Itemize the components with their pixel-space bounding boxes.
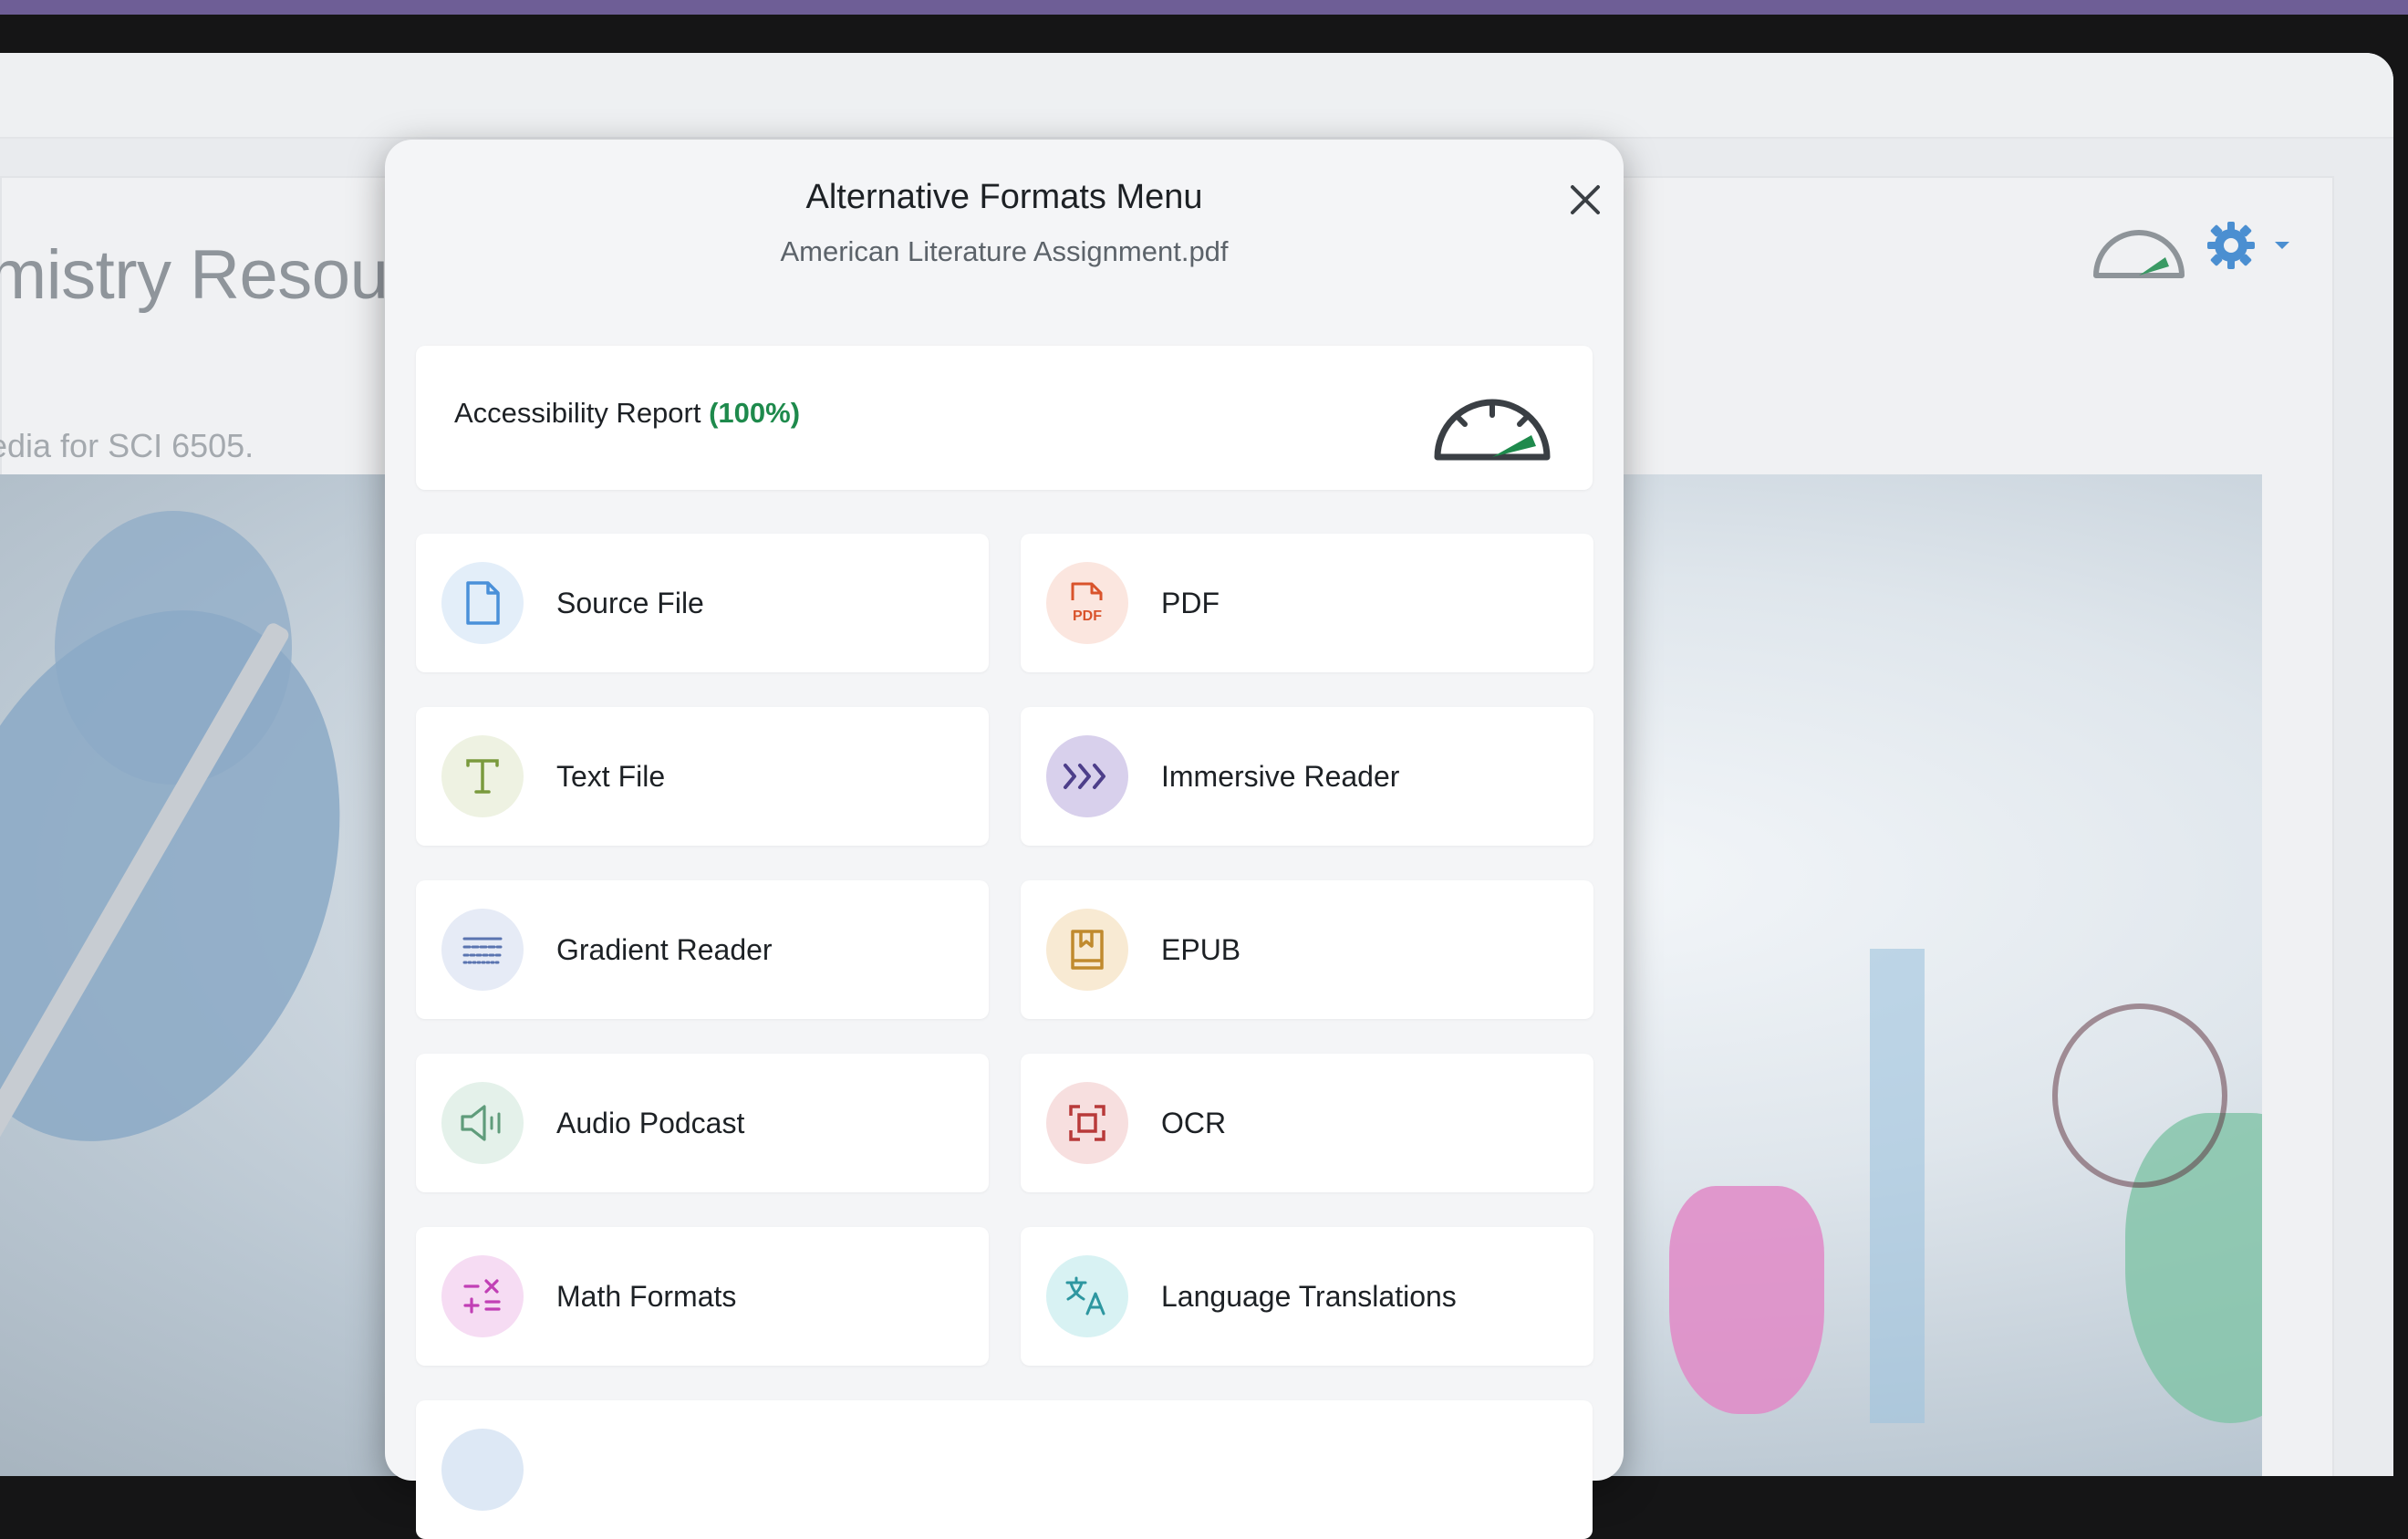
accessibility-report-percent: (100%) [709, 397, 801, 429]
format-label: OCR [1161, 1107, 1227, 1139]
format-math-formats[interactable]: Math Formats [416, 1227, 989, 1366]
book-icon [1046, 909, 1128, 991]
format-language-translations[interactable]: Language Translations [1021, 1227, 1593, 1366]
chevron-down-icon[interactable] [2273, 239, 2291, 252]
window-top-strip [0, 0, 2408, 15]
alternative-formats-modal: Alternative Formats Menu American Litera… [385, 140, 1624, 1539]
accessibility-report-label: Accessibility Report [454, 397, 701, 429]
accessibility-report-label-wrap: Accessibility Report (100%) [454, 397, 800, 430]
translate-icon [1046, 1255, 1128, 1337]
window-frame [0, 15, 2408, 57]
format-audio-podcast[interactable]: Audio Podcast [416, 1054, 989, 1192]
math-icon [441, 1255, 524, 1337]
format-ocr[interactable]: OCR [1021, 1054, 1593, 1192]
format-text-file[interactable]: Text File [416, 707, 989, 846]
format-label: EPUB [1161, 933, 1241, 966]
format-icon-partial [441, 1429, 524, 1511]
course-subtitle: Media for SCI 6505. [0, 427, 254, 464]
modal-title: Alternative Formats Menu [805, 178, 1203, 216]
format-label: Math Formats [556, 1280, 737, 1313]
close-button[interactable] [1560, 174, 1611, 225]
scan-icon [1046, 1082, 1128, 1164]
gradient-reader-icon [441, 909, 524, 991]
speaker-icon [441, 1082, 524, 1164]
gear-icon[interactable] [2206, 220, 2257, 271]
accessibility-report[interactable]: Accessibility Report (100%) [416, 346, 1593, 490]
gauge-icon [1434, 399, 1551, 461]
immersive-reader-icon [1046, 735, 1128, 817]
format-label: Immersive Reader [1161, 760, 1400, 793]
format-next-partial[interactable] [416, 1400, 1593, 1539]
format-label: Source File [556, 587, 704, 619]
format-label: PDF [1161, 587, 1220, 619]
page-header [0, 53, 2393, 139]
document-icon [441, 562, 524, 644]
pdf-icon: PDF [1046, 562, 1128, 644]
format-label: Gradient Reader [556, 933, 773, 966]
gauge-icon [2093, 230, 2185, 278]
format-label: Text File [556, 760, 666, 793]
close-icon [1571, 185, 1600, 214]
course-tools[interactable] [2089, 208, 2291, 283]
format-gradient-reader[interactable]: Gradient Reader [416, 880, 989, 1019]
text-icon [441, 735, 524, 817]
format-label: Audio Podcast [556, 1107, 745, 1139]
format-epub[interactable]: EPUB [1021, 880, 1593, 1019]
format-label: Language Translations [1161, 1280, 1457, 1313]
modal-file-name: American Literature Assignment.pdf [780, 235, 1229, 267]
format-immersive-reader[interactable]: Immersive Reader [1021, 707, 1593, 846]
format-source-file[interactable]: Source File [416, 534, 989, 672]
svg-text:PDF: PDF [1073, 608, 1102, 624]
format-pdf[interactable]: PDF PDF [1021, 534, 1593, 672]
